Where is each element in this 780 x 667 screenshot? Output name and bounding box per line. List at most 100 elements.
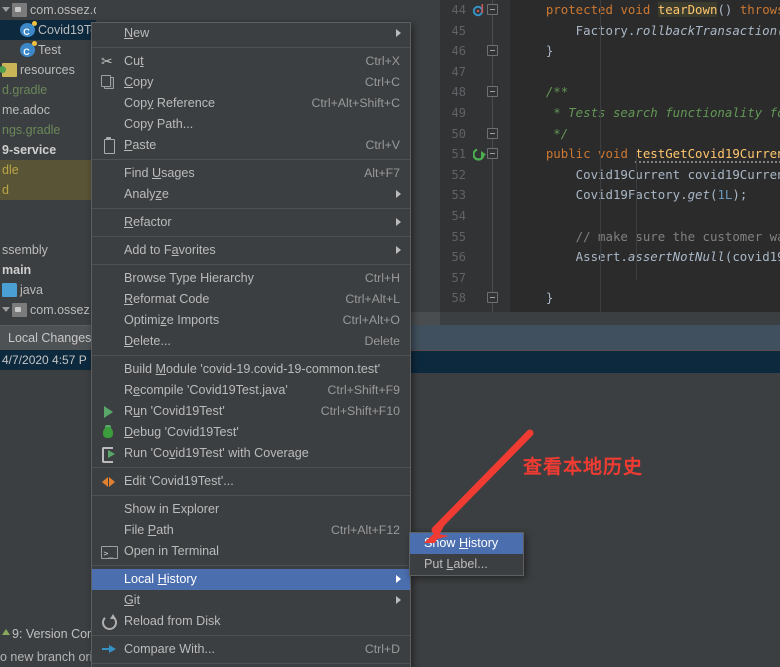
code-line[interactable]: /** [510,82,780,103]
menu-item-label: Copy [124,75,154,89]
gutter-line[interactable]: 54 [440,206,510,227]
code-editor[interactable]: 44 45 46 47 48 49 50 51 52 53 54 55 56 57 58 protected… [440,0,780,312]
vcs-log-row-selected[interactable] [410,351,780,373]
local-history-submenu[interactable]: Show History Put Label... [409,532,524,576]
tree-row[interactable] [0,200,96,220]
editor-code-area[interactable]: protected void tearDown() throws Factory… [510,0,780,312]
tree-row[interactable]: dle [0,160,96,180]
vcs-log-row-a[interactable] [410,325,780,351]
tree-row[interactable]: 9-service [0,140,96,160]
menu-item-git[interactable]: Git [92,590,410,611]
editor-gutter[interactable]: 44 45 46 47 48 49 50 51 52 53 54 55 56 57 58 [440,0,510,312]
code-line[interactable]: Covid19Factory.get(1L); [510,185,780,206]
fold-toggle-icon[interactable] [487,86,498,98]
gutter-line[interactable]: 55 [440,227,510,248]
fold-toggle-icon[interactable] [487,45,498,57]
chevron-down-icon[interactable] [2,5,11,14]
gutter-line[interactable]: 53 [440,185,510,206]
local-changes-tab-strip[interactable]: Local Changes [0,325,96,350]
menu-item-edit-covid19test[interactable]: Edit 'Covid19Test'... [92,471,410,492]
code-line[interactable]: Assert.assertNotNull(covid19 [510,247,780,268]
gutter-line[interactable]: 52 [440,165,510,186]
tree-row[interactable]: Test [0,40,96,62]
fold-toggle-icon[interactable] [487,148,498,160]
menu-item-run-covid19test-with-coverage[interactable]: Run 'Covid19Test' with Coverage [92,443,410,464]
code-line[interactable] [510,268,780,289]
menu-item-new[interactable]: New [92,23,410,44]
tree-row[interactable]: main [0,260,96,280]
gutter-line[interactable]: 47 [440,62,510,83]
code-line[interactable] [510,62,780,83]
menu-item-local-history[interactable]: Local History [92,569,410,590]
code-line[interactable]: // make sure the customer wa [510,227,780,248]
tree-row[interactable]: d.gradle [0,80,96,100]
menu-item-analyze[interactable]: Analyze [92,184,410,205]
code-line[interactable]: Covid19Current covid19Curren [510,165,780,186]
menu-item-delete[interactable]: Delete... Delete [92,331,410,352]
menu-item-find-usages[interactable]: Find Usages Alt+F7 [92,163,410,184]
override-method-icon[interactable] [472,3,486,17]
menu-item-refactor[interactable]: Refactor [92,212,410,233]
gutter-line[interactable]: 48 [440,82,510,103]
tree-row[interactable]: com.ossez. [0,300,96,320]
menu-item-copy-reference[interactable]: Copy Reference Ctrl+Alt+Shift+C [92,93,410,114]
tree-row[interactable]: ssembly [0,240,96,260]
fold-toggle-icon[interactable] [487,4,498,15]
gutter-line[interactable]: 49 [440,103,510,124]
code-line[interactable]: } [510,288,780,309]
gutter-line[interactable]: 58 [440,288,510,309]
submenu-item-put-label[interactable]: Put Label... [410,554,523,575]
menu-item-build-module-covid-19-covid-19-common-test[interactable]: Build Module 'covid-19.covid-19-common.t… [92,359,410,380]
code-line[interactable]: public void testGetCovid19Curren [510,144,780,165]
menu-item-open-in-terminal[interactable]: Open in Terminal [92,541,410,564]
menu-item-recompile-covid19test-java[interactable]: Recompile 'Covid19Test.java' Ctrl+Shift+F… [92,380,410,401]
menu-item-show-in-explorer[interactable]: Show in Explorer [92,499,410,520]
tree-row[interactable]: resources [0,60,96,80]
tree-row-label: Test [38,43,61,57]
menu-item-copy[interactable]: Copy Ctrl+C [92,72,410,93]
gutter-line[interactable]: 51 [440,144,510,165]
tree-row[interactable] [0,220,96,240]
gutter-line[interactable]: 44 [440,0,510,21]
code-line[interactable]: protected void tearDown() throws [510,0,780,21]
chevron-down-icon[interactable] [2,305,11,314]
tree-row[interactable]: d [0,180,96,200]
file-context-menu[interactable]: New Cut Ctrl+X Copy Ctrl+C Copy Reference Ctrl… [91,22,411,667]
gutter-line[interactable]: 46 [440,41,510,62]
menu-item-run-covid19test[interactable]: Run 'Covid19Test' Ctrl+Shift+F10 [92,401,410,422]
menu-item-cut[interactable]: Cut Ctrl+X [92,51,410,72]
menu-item-paste[interactable]: Paste Ctrl+V [92,135,410,156]
tree-row[interactable]: com.ossez.covid19.tests [0,0,96,20]
code-line[interactable]: } [510,41,780,62]
tree-row[interactable]: Covid19Test [0,20,96,42]
submenu-item-show-history[interactable]: Show History [410,533,523,554]
menu-item-debug-covid19test[interactable]: Debug 'Covid19Test' [92,422,410,443]
run-test-icon[interactable] [472,147,486,161]
menu-item-file-path[interactable]: File Path Ctrl+Alt+F12 [92,520,410,541]
menu-item-reformat-code[interactable]: Reformat Code Ctrl+Alt+L [92,289,410,310]
menu-item-browse-type-hierarchy[interactable]: Browse Type Hierarchy Ctrl+H [92,268,410,289]
gutter-line[interactable]: 50 [440,124,510,145]
code-line[interactable]: */ [510,124,780,145]
fold-toggle-icon[interactable] [487,292,498,304]
local-changes-tab-label[interactable]: Local Changes [0,326,96,350]
vcs-commit-row[interactable]: 4/7/2020 4:57 P [0,350,96,370]
gutter-line[interactable]: 57 [440,268,510,289]
version-control-tool-window-button[interactable]: 9: Version Cont [0,622,97,646]
run-icon-glyph [101,404,116,419]
tree-row[interactable]: me.adoc [0,100,96,120]
menu-item-optimize-imports[interactable]: Optimize Imports Ctrl+Alt+O [92,310,410,331]
tree-row[interactable]: ngs.gradle [0,120,96,140]
tree-row[interactable]: java [0,280,96,300]
menu-item-add-to-favorites[interactable]: Add to Favorites [92,240,410,261]
menu-item-reload-from-disk[interactable]: Reload from Disk [92,611,410,632]
code-line[interactable] [510,206,780,227]
menu-item-copy-path[interactable]: Copy Path... [92,114,410,135]
code-line[interactable]: Factory.rollbackTransaction( [510,21,780,42]
code-line[interactable]: * Tests search functionality fo [510,103,780,124]
gutter-line[interactable]: 56 [440,247,510,268]
fold-toggle-icon[interactable] [487,127,498,139]
project-tool-window[interactable]: com.ossez.covid19.tests Covid19Test Test re… [0,0,96,340]
gutter-line[interactable]: 45 [440,21,510,42]
menu-item-compare-with[interactable]: Compare With... Ctrl+D [92,639,410,660]
